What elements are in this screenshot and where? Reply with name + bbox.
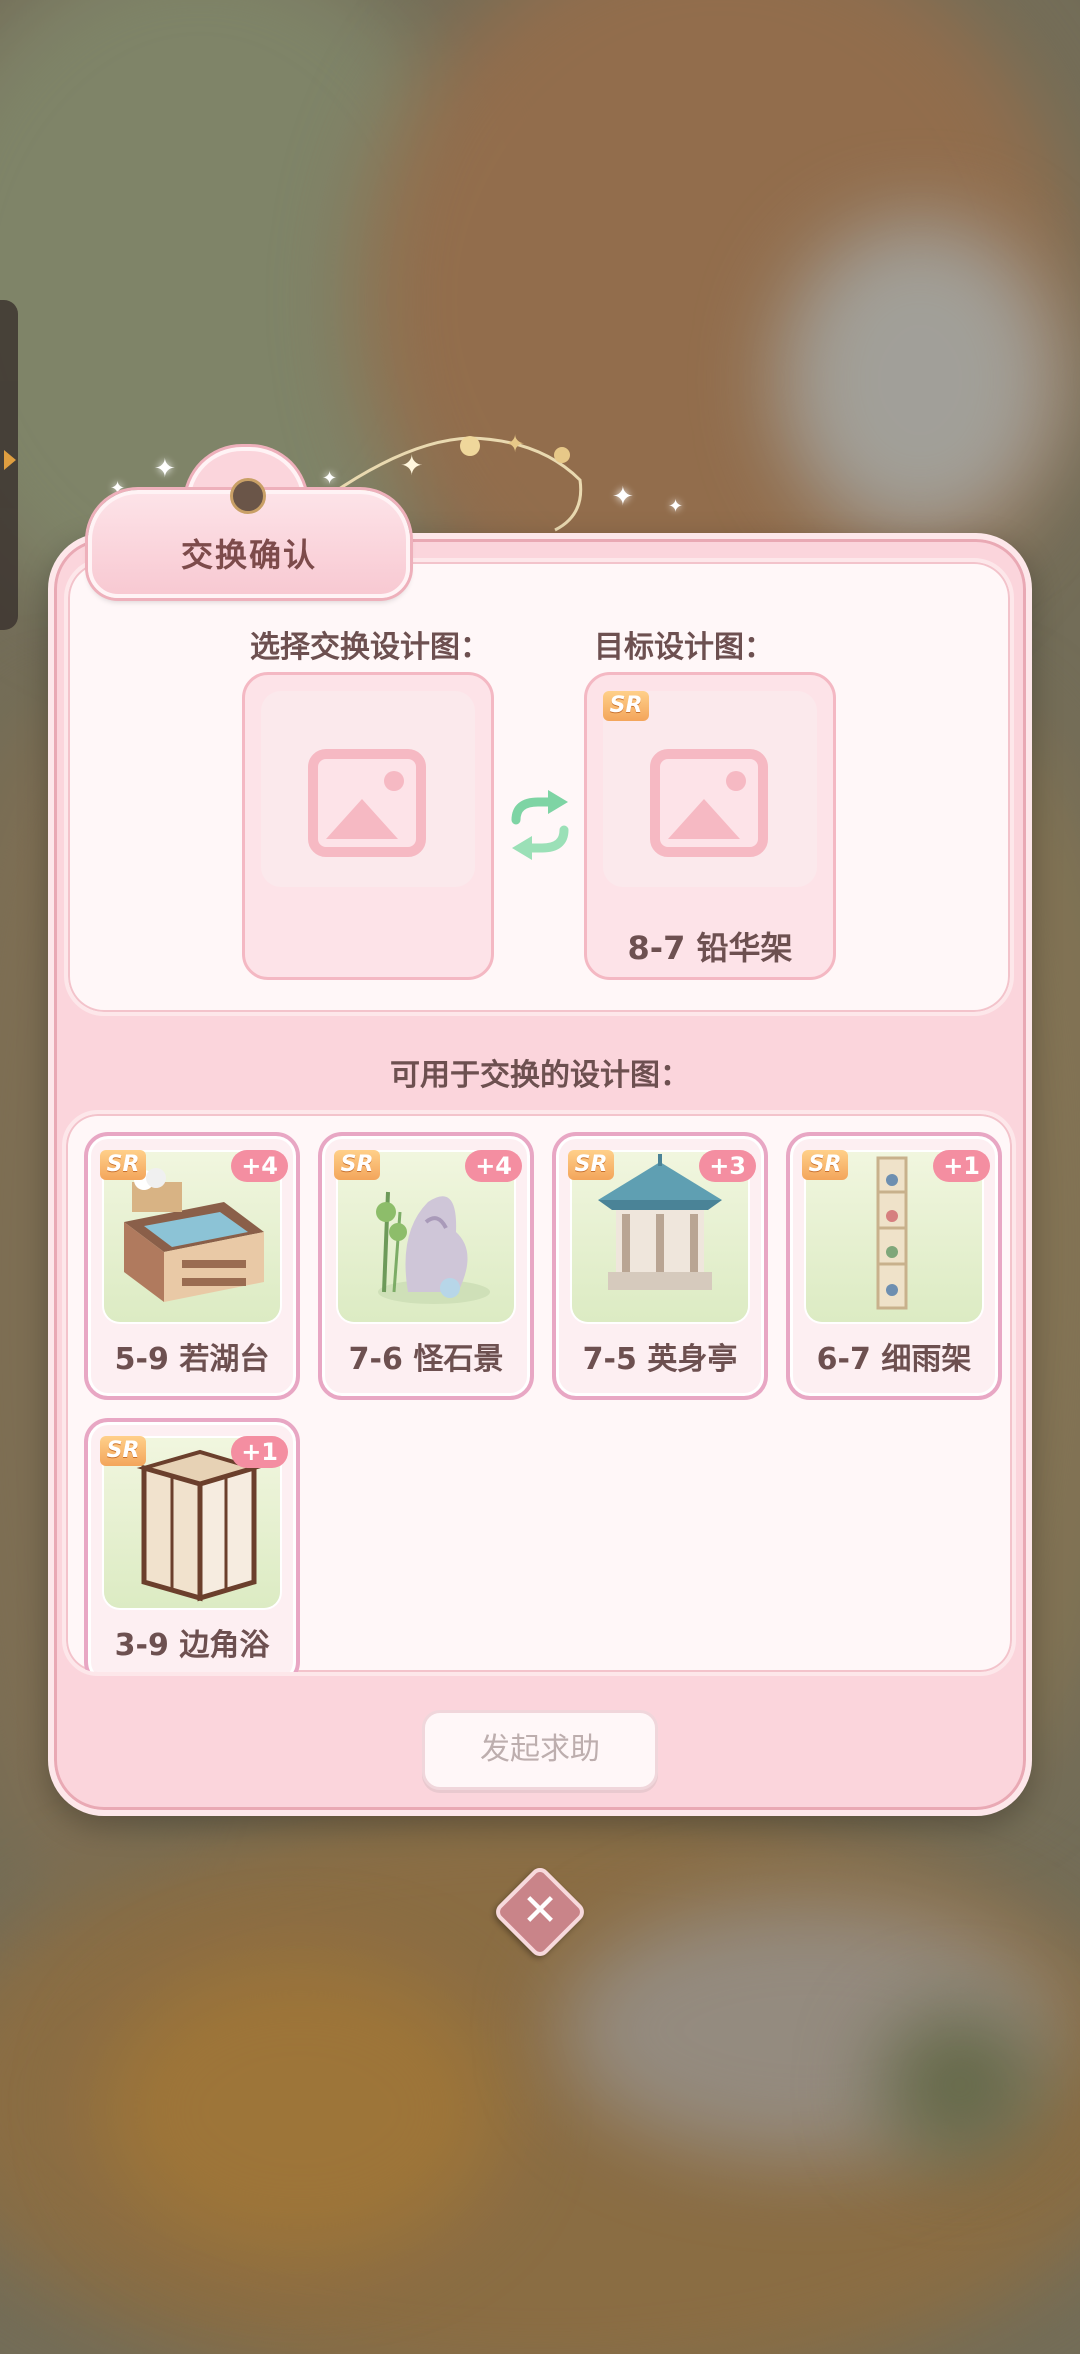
rarity-badge: SR	[100, 1436, 146, 1466]
rarity-badge: SR	[603, 691, 649, 721]
svg-text:✦: ✦	[505, 430, 525, 458]
badge-icon	[230, 478, 266, 514]
svg-text:✦: ✦	[400, 449, 423, 482]
count-badge: +1	[231, 1436, 288, 1468]
count-badge: +4	[465, 1150, 522, 1182]
target-item-name: 8-7 铅华架	[627, 929, 793, 967]
target-blueprint-label: 目标设计图：	[594, 630, 774, 665]
blueprint-card[interactable]: SR +4 7-6 怪石景	[318, 1132, 534, 1400]
selected-blueprint-slot[interactable]	[242, 672, 494, 980]
count-badge: +1	[933, 1150, 990, 1182]
blueprint-card[interactable]: SR +4 5-9 若湖台	[84, 1132, 300, 1400]
blueprint-card[interactable]: SR +3 7-5 英身亭	[552, 1132, 768, 1400]
request-help-button[interactable]: 发起求助	[422, 1710, 658, 1790]
side-drawer-tab[interactable]	[0, 300, 18, 630]
count-badge: +4	[231, 1150, 288, 1182]
sparkle-icon: ✦	[612, 482, 634, 512]
count-badge: +3	[699, 1150, 756, 1182]
blueprint-name: 5-9 若湖台	[114, 1342, 270, 1377]
close-icon[interactable]: ✕	[506, 1878, 574, 1946]
blueprint-name: 6-7 细雨架	[816, 1342, 972, 1377]
swap-icon	[511, 790, 569, 860]
rarity-badge: SR	[100, 1150, 146, 1180]
rarity-badge: SR	[802, 1150, 848, 1180]
rarity-badge: SR	[568, 1150, 614, 1180]
chevron-right-icon	[4, 450, 16, 470]
blueprint-name: 3-9 边角浴	[114, 1628, 270, 1663]
select-blueprint-label: 选择交换设计图：	[250, 630, 490, 665]
sparkle-icon: ✦	[154, 454, 176, 484]
target-blueprint-slot[interactable]: SR 8-7 铅华架	[584, 672, 836, 980]
sparkle-icon: ✦	[668, 496, 684, 517]
blueprint-card[interactable]: SR +1 6-7 细雨架	[786, 1132, 1002, 1400]
available-blueprints-list[interactable]: SR +4 5-9 若湖台 SR +4 7-6 怪石景 SR +3 7-5 英身…	[62, 1110, 1016, 1676]
available-blueprints-label: 可用于交换的设计图：	[390, 1058, 690, 1093]
dialog-title: 交换确认	[180, 536, 317, 574]
blueprint-card[interactable]: SR +1 3-9 边角浴	[84, 1418, 300, 1672]
image-placeholder-icon	[308, 749, 426, 857]
exchange-preview-panel	[64, 558, 1014, 1016]
blueprint-name: 7-6 怪石景	[348, 1342, 504, 1377]
image-placeholder-icon	[650, 749, 768, 857]
slot-placeholder	[261, 691, 475, 887]
blueprint-name: 7-5 英身亭	[582, 1342, 738, 1377]
rarity-badge: SR	[334, 1150, 380, 1180]
